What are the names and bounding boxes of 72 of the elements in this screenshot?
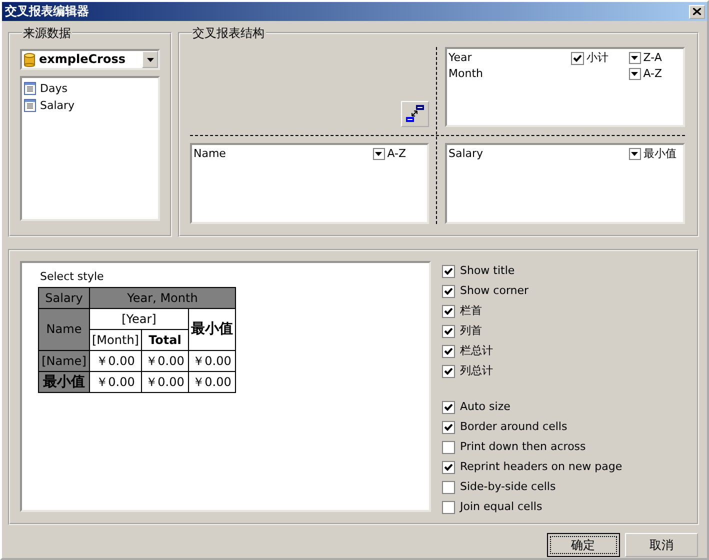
dataset-dropdown[interactable]: exmpleCross (20, 49, 160, 70)
checkbox-label: Show corner (460, 284, 529, 298)
close-button[interactable] (689, 4, 705, 18)
field-label: Name (194, 147, 226, 161)
table-cell: Year, Month (90, 288, 236, 309)
checkbox[interactable] (442, 460, 455, 474)
table-cell: 最小值 (188, 308, 236, 351)
field-label: Month (448, 67, 483, 81)
table-cell: [Month] (90, 330, 142, 351)
dropdown-button[interactable] (372, 148, 384, 160)
checkbox[interactable] (442, 284, 455, 298)
table-cell: ￥0.00 (90, 372, 142, 393)
caret-icon (631, 56, 638, 60)
dropdown-button[interactable] (628, 148, 640, 160)
swap-button[interactable] (400, 101, 428, 127)
field-label: Year (448, 51, 472, 65)
checkbox[interactable] (442, 364, 455, 378)
window-title: 交叉报表编辑器 (5, 4, 89, 19)
checkbox[interactable] (442, 344, 455, 358)
table-cell: Name (38, 308, 90, 351)
table-cell: ￥0.00 (141, 372, 188, 393)
sort-label: Z-A (643, 51, 662, 65)
checkbox-label: 栏首 (460, 304, 482, 318)
table-item[interactable]: Days (22, 80, 158, 97)
checkbox-label: Join equal cells (460, 500, 542, 514)
dialog-button[interactable]: 取消 (625, 533, 698, 557)
checkbox-label: 列首 (460, 324, 482, 338)
checkbox[interactable] (442, 400, 455, 414)
field-label: Salary (448, 147, 484, 161)
table-cell: [Name] (38, 350, 90, 372)
sort-label: 最小值 (643, 147, 676, 161)
checkbox-label: Border around cells (460, 420, 568, 434)
table-cell: ￥0.00 (188, 350, 236, 372)
checkbox[interactable] (570, 52, 584, 64)
group-label: 交叉报表结构 (192, 27, 266, 39)
table-cell: ￥0.00 (188, 372, 236, 393)
checkbox-label: 列总计 (460, 364, 493, 378)
sort-label: A-Z (387, 147, 406, 161)
checkbox-label: Print down then across (460, 440, 586, 454)
table-icon (24, 99, 36, 112)
checkbox-label: Show title (460, 264, 515, 278)
checkbox-label: Side-by-side cells (460, 480, 556, 494)
caret-icon (631, 152, 638, 156)
table-cell: [Year] (90, 308, 188, 330)
close-icon (693, 8, 701, 15)
sort-label: A-Z (643, 67, 662, 81)
dropdown-button[interactable] (628, 52, 640, 64)
preview-label: Select style (40, 270, 105, 284)
checkbox[interactable] (442, 420, 455, 434)
checkbox-label: Auto size (460, 400, 510, 414)
group-label: 来源数据 (22, 27, 72, 39)
table-icon (24, 82, 36, 95)
checkbox[interactable] (442, 440, 455, 454)
checkbox[interactable] (442, 324, 455, 338)
table-cell: 最小值 (38, 372, 90, 393)
dialog-button[interactable]: 确定 (546, 533, 620, 557)
checkbox[interactable] (442, 500, 455, 514)
checkbox[interactable] (442, 264, 455, 278)
table-cell: ￥0.00 (141, 350, 188, 372)
table-item[interactable]: Salary (22, 97, 158, 114)
table-cell: Salary (38, 288, 90, 309)
database-icon (24, 52, 35, 66)
caret-icon (375, 152, 382, 156)
checkbox-label: 栏总计 (460, 344, 493, 358)
checkbox[interactable] (442, 304, 455, 318)
caret-icon (146, 58, 154, 62)
checkbox-label: 小计 (586, 51, 608, 65)
table-cell: ￥0.00 (90, 350, 142, 372)
checkbox-label: Reprint headers on new page (460, 460, 622, 474)
caret-icon (631, 72, 638, 76)
checkbox[interactable] (442, 480, 455, 494)
dropdown-button[interactable] (628, 68, 640, 80)
